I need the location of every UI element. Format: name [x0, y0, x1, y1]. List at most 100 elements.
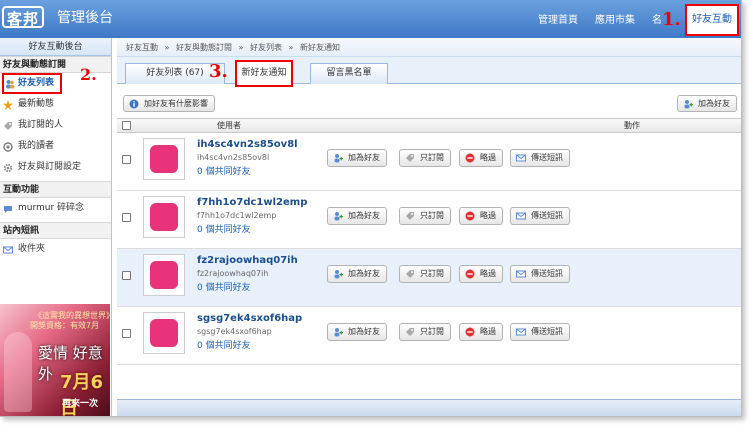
site-logo[interactable]: 客邦: [2, 6, 45, 28]
breadcrumb-separator: »: [238, 43, 244, 52]
top-header: 客邦 管理後台 管理首頁 應用市集 名 1. 好友互動: [0, 0, 741, 38]
user-name-link[interactable]: fz2rajoowhaq07ih: [197, 255, 298, 266]
breadcrumb-friend-list[interactable]: 好友列表: [250, 43, 282, 52]
skip-icon: [465, 153, 475, 163]
subscribe-only-label: 只訂閱: [420, 153, 444, 162]
row-checkbox[interactable]: [122, 329, 131, 338]
sidebar-item-subscribed[interactable]: 我訂閱的人: [0, 115, 111, 136]
send-message-button[interactable]: 傳送短訊: [510, 323, 570, 341]
nav-admin-home[interactable]: 管理首頁: [538, 11, 578, 26]
user-id: ih4sc4vn2s85ov8l: [197, 153, 270, 162]
row-checkbox[interactable]: [122, 271, 131, 280]
tag-icon: [406, 212, 414, 220]
tag-icon: [406, 270, 414, 278]
skip-button[interactable]: 略過: [459, 207, 503, 225]
sidebar-item-murmur[interactable]: murmur 碎碎念: [0, 198, 111, 219]
table-header: 使用者 動作: [117, 118, 741, 133]
new-friend-table: 使用者 動作 ih4sc4vn2s85ov8l ih4sc4vn2s85ov8l…: [117, 118, 741, 399]
skip-button[interactable]: 略過: [459, 323, 503, 341]
ad-line-2: 開獎資格：有效7月: [30, 321, 100, 330]
add-user-icon: [334, 212, 343, 221]
subscribe-only-label: 只訂閱: [420, 327, 444, 336]
skip-label: 略過: [480, 269, 496, 278]
row-checkbox[interactable]: [122, 155, 131, 164]
avatar[interactable]: [143, 312, 185, 354]
add-friend-button[interactable]: 加為好友: [327, 323, 387, 341]
add-friend-label: 加為好友: [348, 327, 380, 336]
subscribe-only-label: 只訂閱: [420, 269, 444, 278]
avatar[interactable]: [143, 138, 185, 180]
sidebar-item-label: 收件夾: [18, 244, 46, 254]
user-id: sgsg7ek4sxof6hap: [197, 327, 272, 336]
tab-new-friend-notice[interactable]: 新好友通知: [235, 60, 293, 87]
breadcrumb-friend-interaction[interactable]: 好友互動: [126, 43, 158, 52]
envelope-icon: [516, 154, 526, 162]
sidebar-item-friend-list[interactable]: 好友列表: [2, 73, 62, 94]
add-friend-label: 加為好友: [348, 269, 380, 278]
sidebar-item-label: 我的讀者: [18, 141, 55, 151]
skip-icon: [465, 211, 475, 221]
sidebar-item-latest-activity[interactable]: 最新動態: [0, 94, 111, 115]
mutual-friends-link[interactable]: 0 個共同好友: [197, 222, 251, 235]
friend-impact-info-label: 加好友有什麼影響: [144, 99, 208, 108]
sidebar-item-settings[interactable]: 好友與訂閱設定: [0, 157, 111, 178]
sidebar-item-label: 好友列表: [18, 78, 55, 88]
subscribe-only-label: 只訂閱: [420, 211, 444, 220]
add-friend-toolbar-label: 加為好友: [698, 99, 730, 108]
app-title: 管理後台: [57, 10, 113, 26]
friend-impact-info-button[interactable]: 加好友有什麼影響: [123, 95, 215, 112]
sidebar-item-label: 好友與訂閱設定: [18, 162, 82, 172]
avatar[interactable]: [143, 254, 185, 296]
add-friend-label: 加為好友: [348, 211, 380, 220]
breadcrumb: 好友互動 » 好友與動態訂閱 » 好友列表 » 新好友通知: [117, 38, 741, 57]
tab-comment-blacklist[interactable]: 留言黑名單: [310, 63, 388, 84]
user-id: f7hh1o7dc1wl2emp: [197, 211, 277, 220]
add-user-icon: [334, 270, 343, 279]
user-id: fz2rajoowhaq07ih: [197, 269, 269, 278]
nav-friend-interaction[interactable]: 好友互動: [685, 4, 739, 36]
send-message-label: 傳送短訊: [531, 153, 563, 162]
sidebar-item-readers[interactable]: 我的讀者: [0, 136, 111, 157]
send-message-button[interactable]: 傳送短訊: [510, 207, 570, 225]
mutual-friends-link[interactable]: 0 個共同好友: [197, 280, 251, 293]
mutual-friends-link[interactable]: 0 個共同好友: [197, 338, 251, 351]
skip-icon: [465, 327, 475, 337]
avatar-chat-icon: [150, 319, 178, 347]
row-checkbox[interactable]: [122, 213, 131, 222]
select-all-checkbox[interactable]: [122, 121, 131, 130]
add-friend-button[interactable]: 加為好友: [327, 265, 387, 283]
user-name-link[interactable]: sgsg7ek4sxof6hap: [197, 313, 302, 324]
add-friend-label: 加為好友: [348, 153, 380, 162]
breadcrumb-separator: »: [288, 43, 294, 52]
sidebar: 好友互動後台 好友與動態訂閱 好友列表 2. 最新動態 我訂閱的人 我的讀者 好…: [0, 38, 112, 416]
info-icon: [129, 99, 139, 109]
nav-name-partial[interactable]: 名: [652, 11, 662, 26]
send-message-button[interactable]: 傳送短訊: [510, 265, 570, 283]
add-friend-button[interactable]: 加為好友: [327, 207, 387, 225]
add-friend-toolbar-button[interactable]: 加為好友: [677, 95, 737, 112]
subscribe-only-button[interactable]: 只訂閱: [399, 323, 451, 341]
subscribe-only-button[interactable]: 只訂閱: [399, 265, 451, 283]
breadcrumb-subscriptions[interactable]: 好友與動態訂閱: [176, 43, 232, 52]
user-name-link[interactable]: f7hh1o7dc1wl2emp: [197, 197, 307, 208]
tag-icon: [406, 154, 414, 162]
sidebar-ad-banner[interactable]: 《這實我的異想世界》 開獎資格：有效7月 愛情 好意外 7月6日 再來一次: [0, 304, 110, 416]
subscribe-only-button[interactable]: 只訂閱: [399, 149, 451, 167]
user-name-link[interactable]: ih4sc4vn2s85ov8l: [197, 139, 298, 150]
footer-bar: [117, 399, 741, 416]
sidebar-section-interaction: 互動功能: [0, 181, 111, 198]
sidebar-item-inbox[interactable]: 收件夾: [0, 239, 111, 260]
skip-button[interactable]: 略過: [459, 265, 503, 283]
add-friend-button[interactable]: 加為好友: [327, 149, 387, 167]
envelope-icon: [3, 246, 13, 254]
table-row: ih4sc4vn2s85ov8l ih4sc4vn2s85ov8l 0 個共同好…: [117, 133, 741, 191]
send-message-button[interactable]: 傳送短訊: [510, 149, 570, 167]
nav-app-market[interactable]: 應用市集: [595, 11, 635, 26]
table-row: sgsg7ek4sxof6hap sgsg7ek4sxof6hap 0 個共同好…: [117, 307, 741, 365]
skip-button[interactable]: 略過: [459, 149, 503, 167]
mutual-friends-link[interactable]: 0 個共同好友: [197, 164, 251, 177]
readers-icon: [3, 142, 13, 152]
callout-2: 2.: [80, 65, 97, 84]
avatar[interactable]: [143, 196, 185, 238]
subscribe-only-button[interactable]: 只訂閱: [399, 207, 451, 225]
